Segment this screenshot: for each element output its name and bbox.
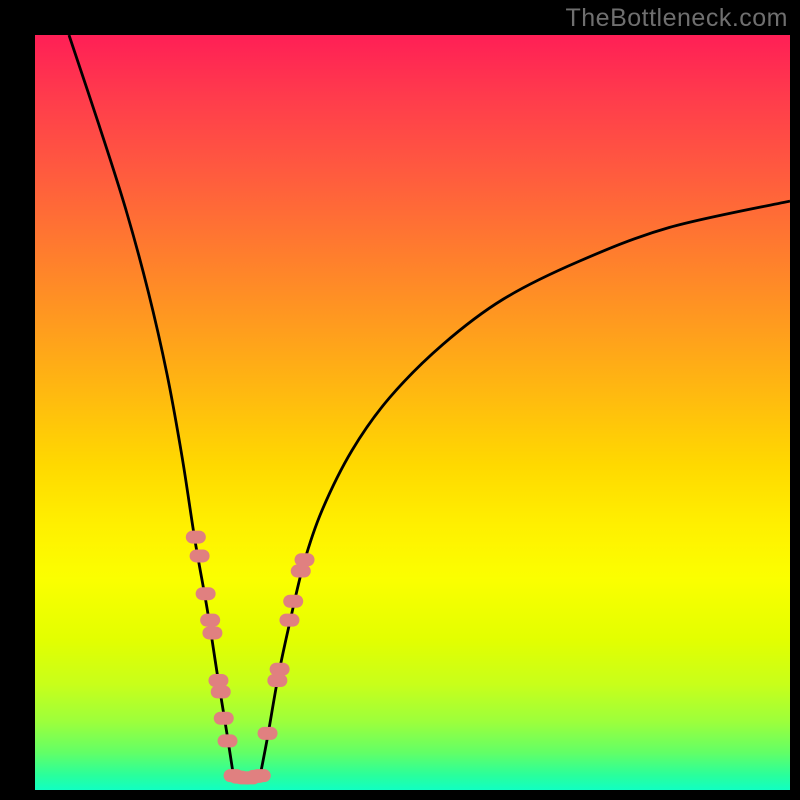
marker-bottom (251, 769, 271, 782)
marker-right (291, 565, 311, 578)
marker-left (208, 674, 228, 687)
marker-left (218, 734, 238, 747)
watermark-text: TheBottleneck.com (566, 4, 789, 33)
marker-left (211, 685, 231, 698)
plot-area (35, 35, 790, 790)
marker-left (196, 587, 216, 600)
marker-left (202, 626, 222, 639)
marker-right (279, 614, 299, 627)
marker-left (214, 712, 234, 725)
marker-left (186, 531, 206, 544)
chart-frame: TheBottleneck.com (0, 0, 800, 800)
marker-right (283, 595, 303, 608)
curve-right-branch (260, 201, 790, 776)
marker-right (258, 727, 278, 740)
marker-left (190, 549, 210, 562)
bottleneck-curve-svg (35, 35, 790, 790)
marker-right (270, 663, 290, 676)
marker-left (200, 614, 220, 627)
marker-right (295, 553, 315, 566)
curve-left-branch (69, 35, 234, 776)
marker-right (267, 674, 287, 687)
